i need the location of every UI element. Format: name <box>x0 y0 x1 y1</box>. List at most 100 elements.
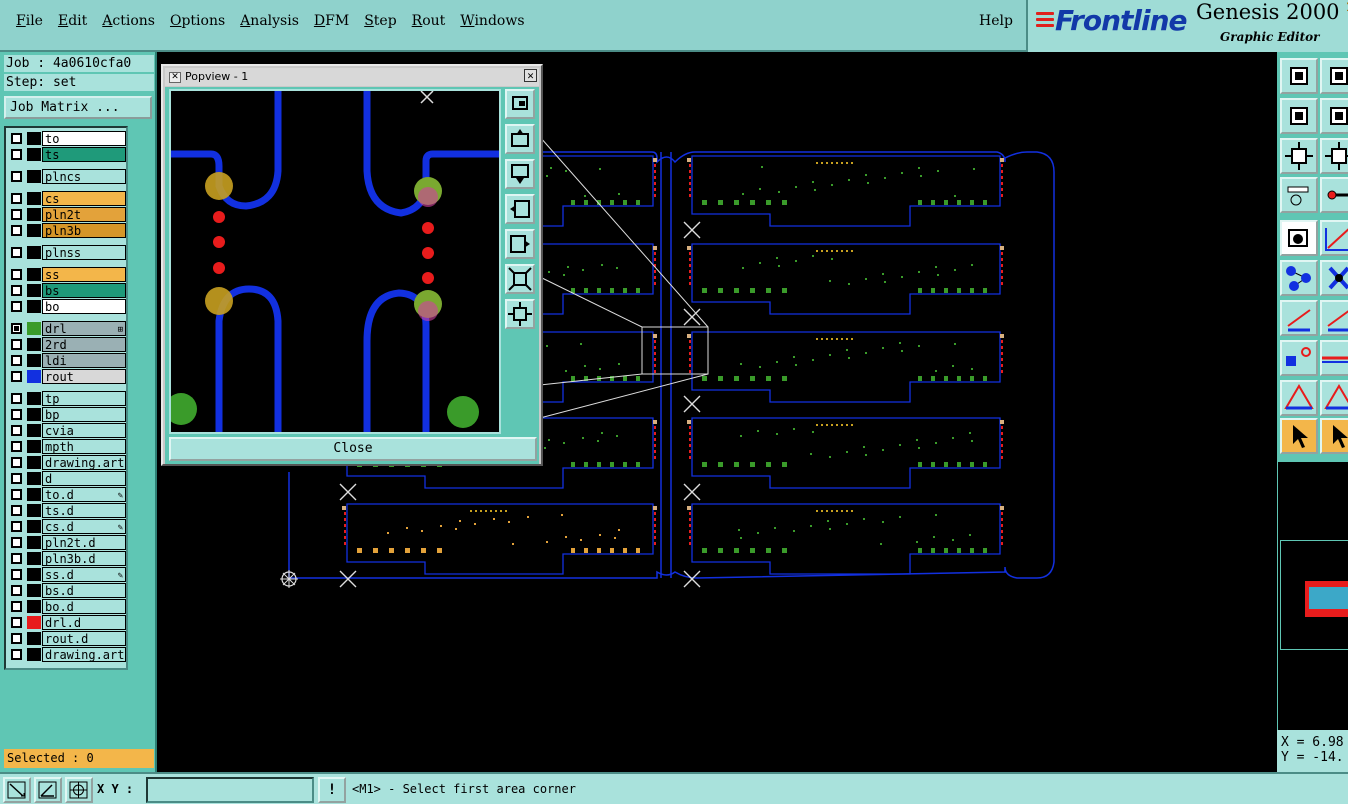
layer-checkbox[interactable] <box>11 301 22 312</box>
layer-row-pln2t-d[interactable]: pln2t.d <box>8 535 126 550</box>
layer-checkbox[interactable] <box>11 489 22 500</box>
layer-name[interactable]: bs <box>42 283 126 298</box>
overview-map[interactable] <box>1277 462 1348 730</box>
layer-checkbox[interactable] <box>11 149 22 160</box>
layer-row-bo-d[interactable]: bo.d <box>8 599 126 614</box>
layer-checkbox[interactable] <box>11 537 22 548</box>
layer-checkbox[interactable] <box>11 521 22 532</box>
menu-analysis[interactable]: Analysis <box>240 13 299 29</box>
layer-row-d[interactable]: d <box>8 471 126 486</box>
layer-color-swatch[interactable] <box>27 300 41 313</box>
layer-name[interactable]: tp <box>42 391 126 406</box>
layer-color-swatch[interactable] <box>27 552 41 565</box>
close-icon[interactable]: ✕ <box>524 69 537 82</box>
layer-color-swatch[interactable] <box>27 632 41 645</box>
layer-row-pln3b-d[interactable]: pln3b.d <box>8 551 126 566</box>
layer-checkbox[interactable] <box>11 617 22 628</box>
snap-icon[interactable] <box>1320 177 1348 213</box>
pointer-select-icon[interactable] <box>1320 418 1348 454</box>
layer-color-swatch[interactable] <box>27 148 41 161</box>
pan-down-icon[interactable] <box>505 159 535 189</box>
layer-color-swatch[interactable] <box>27 284 41 297</box>
popview-zoom-view[interactable] <box>165 89 501 434</box>
xy-input[interactable] <box>146 777 314 803</box>
layer-checkbox[interactable] <box>11 209 22 220</box>
pointer-icon[interactable] <box>1280 418 1318 454</box>
line-icon[interactable] <box>1320 220 1348 256</box>
layer-checkbox[interactable] <box>11 441 22 452</box>
layer-checkbox[interactable] <box>11 473 22 484</box>
layer-checkbox[interactable] <box>11 393 22 404</box>
layer-checkbox[interactable] <box>11 323 22 334</box>
layer-color-swatch[interactable] <box>27 440 41 453</box>
layer-color-swatch[interactable] <box>27 472 41 485</box>
layer-row-cs[interactable]: cs <box>8 191 126 206</box>
layer-row-drawing-art[interactable]: drawing.art <box>8 647 126 662</box>
menu-actions[interactable]: Actions <box>102 13 155 29</box>
angle-mode-icon[interactable] <box>34 777 62 803</box>
menu-edit[interactable]: Edit <box>58 13 87 29</box>
pan-left-icon[interactable] <box>505 194 535 224</box>
layer-color-swatch[interactable] <box>27 504 41 517</box>
layer-row-rout[interactable]: rout <box>8 369 126 384</box>
layer-name[interactable]: pln2t.d <box>42 535 126 550</box>
layer-row-plnss[interactable]: plnss <box>8 245 126 260</box>
menu-rout[interactable]: Rout <box>412 13 446 29</box>
layer-name[interactable]: pln2t <box>42 207 126 222</box>
warning-icon[interactable]: ! <box>318 777 346 803</box>
layer-color-swatch[interactable] <box>27 520 41 533</box>
layer-name[interactable]: cs <box>42 191 126 206</box>
layer-row-rout-d[interactable]: rout.d <box>8 631 126 646</box>
layer-color-swatch[interactable] <box>27 600 41 613</box>
layer-name[interactable]: drl ⊞ <box>42 321 126 336</box>
layer-color-swatch[interactable] <box>27 584 41 597</box>
layer-name[interactable]: bo <box>42 299 126 314</box>
layer-name[interactable]: rout <box>42 369 126 384</box>
cross-icon[interactable] <box>1320 260 1348 296</box>
layer-checkbox[interactable] <box>11 247 22 258</box>
menu-file[interactable]: File <box>16 13 43 29</box>
layer-name[interactable]: plncs <box>42 169 126 184</box>
layer-checkbox[interactable] <box>11 269 22 280</box>
layer-checkbox[interactable] <box>11 425 22 436</box>
layer-row-drl[interactable]: drl ⊞ <box>8 321 126 336</box>
layer-name[interactable]: ts <box>42 147 126 162</box>
layer-color-swatch[interactable] <box>27 488 41 501</box>
layer-color-swatch[interactable] <box>27 424 41 437</box>
layer-name[interactable]: cvia <box>42 423 126 438</box>
layer-color-swatch[interactable] <box>27 568 41 581</box>
layer-row-cs-d[interactable]: cs.d ✎ <box>8 519 126 534</box>
pan-up-icon[interactable] <box>1280 58 1318 94</box>
layer-name[interactable]: bo.d <box>42 599 126 614</box>
layer-checkbox[interactable] <box>11 585 22 596</box>
layer-color-swatch[interactable] <box>27 338 41 351</box>
layer-row-2rd[interactable]: 2rd <box>8 337 126 352</box>
layer-row-bs[interactable]: bs <box>8 283 126 298</box>
layer-checkbox[interactable] <box>11 569 22 580</box>
triangle-icon[interactable] <box>1280 380 1318 416</box>
layer-name[interactable]: ss.d ✎ <box>42 567 126 582</box>
layer-checkbox[interactable] <box>11 371 22 382</box>
layer-color-swatch[interactable] <box>27 192 41 205</box>
layer-checkbox[interactable] <box>11 133 22 144</box>
layer-row-plncs[interactable]: plncs <box>8 169 126 184</box>
layer-row-ts[interactable]: ts <box>8 147 126 162</box>
layer-checkbox[interactable] <box>11 285 22 296</box>
pan-right-icon[interactable] <box>1320 98 1348 134</box>
layer-name[interactable]: ss <box>42 267 126 282</box>
pan-up-icon[interactable] <box>505 124 535 154</box>
layer-color-swatch[interactable] <box>27 456 41 469</box>
layer-name[interactable]: plnss <box>42 245 126 260</box>
menu-step[interactable]: Step <box>364 13 396 29</box>
layer-checkbox[interactable] <box>11 601 22 612</box>
layer-name[interactable]: mpth <box>42 439 126 454</box>
layer-name[interactable]: ldi <box>42 353 126 368</box>
menu-dfm[interactable]: DFM <box>314 13 349 29</box>
layer-name[interactable]: drl.d <box>42 615 126 630</box>
zoom-window-icon[interactable] <box>505 89 535 119</box>
layer-row-bo[interactable]: bo <box>8 299 126 314</box>
zoom-in-icon[interactable] <box>505 264 535 294</box>
layer-color-swatch[interactable] <box>27 268 41 281</box>
layer-color-swatch[interactable] <box>27 370 41 383</box>
menu-help[interactable]: Help <box>979 13 1013 29</box>
